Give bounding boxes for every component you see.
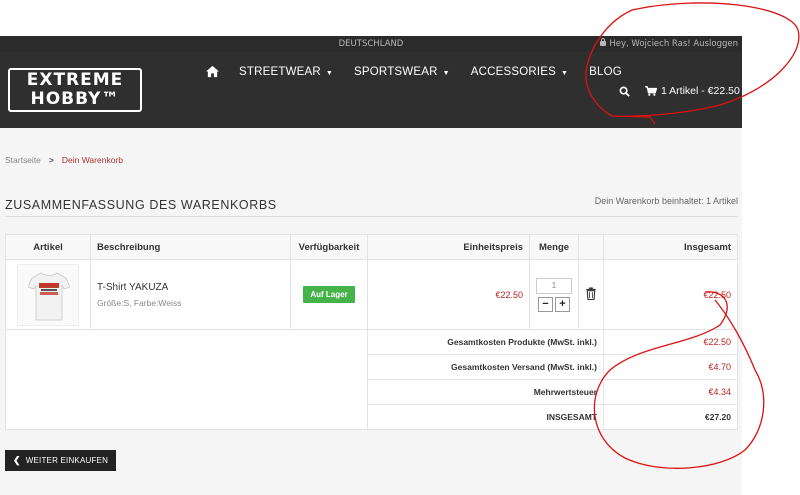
- nav-item-sportswear[interactable]: SPORTSWEAR ▼: [354, 66, 450, 78]
- quantity-stepper: − +: [536, 296, 572, 312]
- col-header-availability: Verfügbarkeit: [290, 234, 368, 260]
- remove-cell: [578, 259, 604, 330]
- nav-item-accessories[interactable]: ACCESSORIES ▼: [471, 66, 568, 78]
- quantity-cell: 1 − +: [529, 259, 579, 330]
- breadcrumb-current: Dein Warenkorb: [61, 155, 123, 165]
- product-name[interactable]: T-Shirt YAKUZA: [97, 282, 284, 293]
- totals-spacer: [5, 329, 368, 430]
- total-row-products: Gesamtkosten Produkte (MwSt. inkl.) €22.…: [5, 329, 738, 430]
- increase-quantity-button[interactable]: +: [555, 296, 570, 312]
- logo-line-1: EXTREME: [26, 70, 124, 90]
- cart-summary-link[interactable]: 1 Artikel - €22.50: [661, 85, 740, 97]
- total-value: €22.50: [603, 329, 738, 355]
- header-cart-area: 1 Artikel - €22.50: [619, 85, 740, 97]
- main-navbar: EXTREME HOBBY™ STREETWEAR ▼ SPORTSWEAR ▼ A…: [0, 52, 742, 128]
- top-bar: DEUTSCHLAND Hey, Wojciech Ras! Ausloggen: [0, 36, 742, 52]
- total-label: INSGESAMT: [367, 404, 604, 430]
- chevron-down-icon: ▼: [561, 69, 569, 77]
- cart-table: Artikel Beschreibung Verfügbarkeit Einhe…: [5, 234, 738, 430]
- total-label: Gesamtkosten Versand (MwSt. inkl.): [367, 354, 604, 380]
- nav-item-label: STREETWEAR: [239, 65, 321, 78]
- col-header-article: Artikel: [5, 234, 91, 260]
- search-icon[interactable]: [619, 86, 630, 97]
- unit-price: €22.50: [367, 259, 530, 330]
- availability-cell: Auf Lager: [290, 259, 368, 330]
- continue-shopping-button[interactable]: ❮ WEITER EINKAUFEN: [5, 450, 117, 471]
- product-variant: Größe:S, Farbe:Weiss: [97, 297, 182, 308]
- col-header-remove: [578, 234, 604, 260]
- continue-shopping-label: WEITER EINKAUFEN: [25, 456, 109, 465]
- col-header-total: Insgesamt: [603, 234, 738, 260]
- total-label: Mehrwertsteuer: [367, 379, 604, 405]
- total-value: €4.70: [603, 354, 738, 380]
- product-thumbnail[interactable]: [17, 263, 79, 326]
- site-logo[interactable]: EXTREME HOBBY™: [8, 68, 142, 112]
- page-title: ZUSAMMENFASSUNG DES WARENKORBS: [5, 198, 277, 212]
- nav-item-blog[interactable]: BLOG: [589, 66, 622, 78]
- cart-icon[interactable]: [645, 86, 657, 96]
- cart-item-count: Dein Warenkorb beinhaltet: 1 Artikel: [594, 196, 738, 206]
- lock-icon: [600, 38, 607, 46]
- nav-item-label: ACCESSORIES: [470, 65, 557, 78]
- chevron-down-icon: ▼: [442, 69, 450, 77]
- breadcrumb-home[interactable]: Startseite: [5, 155, 41, 165]
- user-greeting[interactable]: Hey, Wojciech Ras! Ausloggen: [600, 38, 738, 49]
- tshirt-image: [28, 272, 70, 320]
- trash-icon[interactable]: [585, 287, 597, 301]
- home-icon[interactable]: [205, 65, 220, 78]
- in-stock-badge: Auf Lager: [303, 286, 355, 303]
- decrease-quantity-button[interactable]: −: [538, 296, 553, 312]
- quantity-input[interactable]: 1: [536, 277, 572, 294]
- product-image-cell: [5, 259, 91, 330]
- col-header-description: Beschreibung: [90, 234, 291, 260]
- total-label: Gesamtkosten Produkte (MwSt. inkl.): [367, 329, 604, 355]
- nav-item-label: SPORTSWEAR: [354, 65, 438, 78]
- table-row: T-Shirt YAKUZA Größe:S, Farbe:Weiss Auf …: [5, 259, 738, 330]
- nav-item-streetwear[interactable]: STREETWEAR ▼: [239, 66, 333, 78]
- col-header-quantity: Menge: [529, 234, 579, 260]
- main-menu: STREETWEAR ▼ SPORTSWEAR ▼ ACCESSORIES ▼ BLO…: [205, 65, 643, 78]
- chevron-down-icon: ▼: [325, 69, 334, 77]
- breadcrumb: Startseite > Dein Warenkorb: [5, 155, 123, 165]
- table-header-row: Artikel Beschreibung Verfügbarkeit Einhe…: [5, 234, 738, 260]
- total-value: €4.34: [603, 379, 738, 405]
- breadcrumb-separator: >: [48, 155, 54, 165]
- page: DEUTSCHLAND Hey, Wojciech Ras! Ausloggen…: [0, 0, 800, 495]
- logo-line-2: HOBBY™: [30, 89, 120, 109]
- nav-item-label: BLOG: [589, 65, 622, 78]
- chevron-left-icon: ❮: [13, 455, 21, 465]
- grand-total-value: €27.20: [603, 404, 738, 430]
- divider: [5, 216, 738, 217]
- line-total: €22.50: [603, 259, 738, 330]
- user-greeting-text[interactable]: Hey, Wojciech Ras! Ausloggen: [609, 39, 738, 49]
- product-description-cell: T-Shirt YAKUZA Größe:S, Farbe:Weiss: [90, 259, 291, 330]
- col-header-unit-price: Einheitspreis: [367, 234, 530, 260]
